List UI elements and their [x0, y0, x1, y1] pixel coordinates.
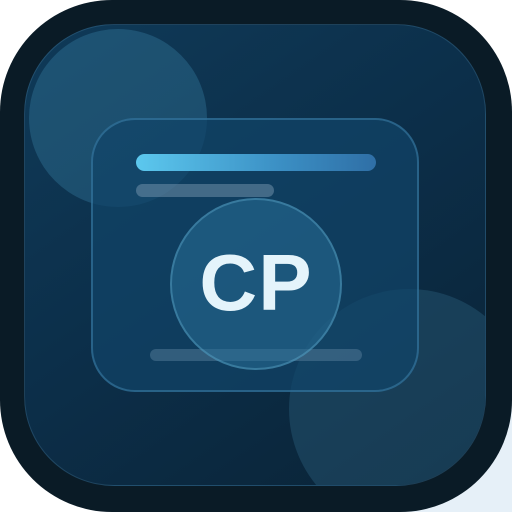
monogram-badge: CP [170, 198, 342, 370]
monogram-text: CP [199, 238, 313, 327]
card-title-bar [136, 154, 376, 171]
card-subtitle-bar [136, 184, 274, 197]
app-icon-frame: CP [0, 0, 512, 512]
app-icon[interactable]: CP [0, 0, 512, 512]
